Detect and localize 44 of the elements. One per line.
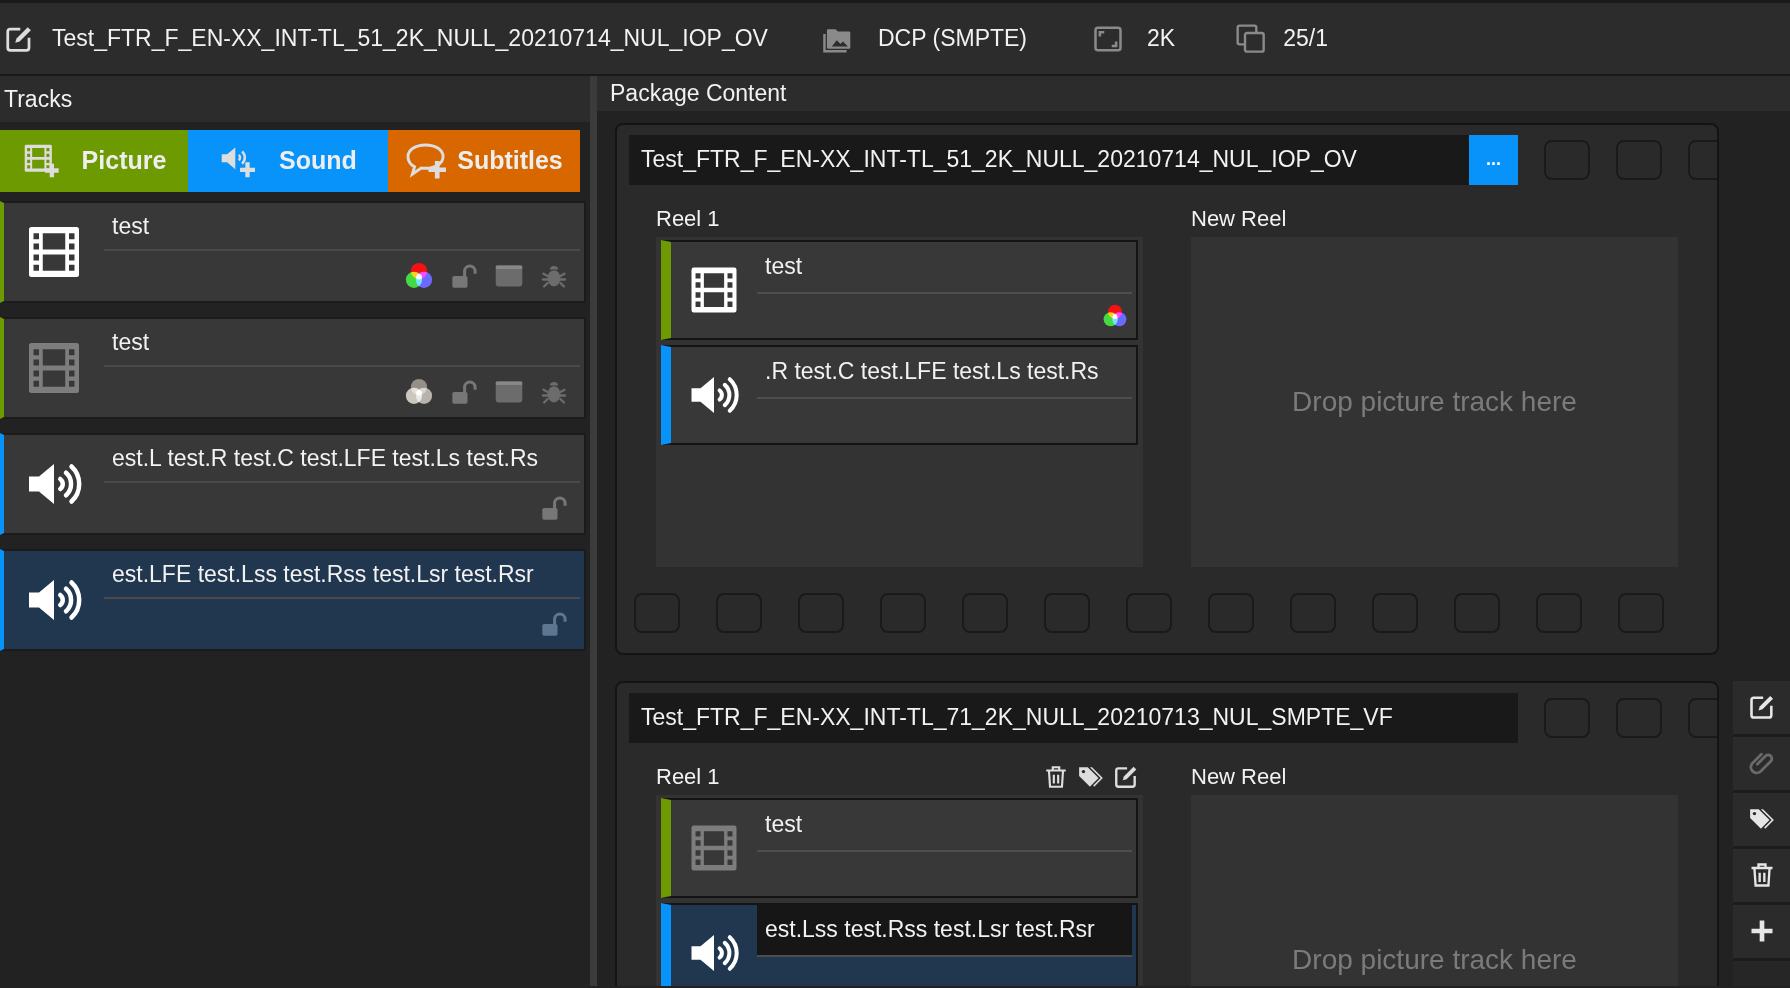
package-name: Test_FTR_F_EN-XX_INT-TL_51_2K_NULL_20210714_NUL_IOP_OV: [629, 134, 1469, 185]
reel-label: Reel 1: [656, 204, 720, 233]
track-name: test: [104, 203, 580, 251]
unlocked-icon[interactable]: [540, 610, 568, 638]
package-name: Test_FTR_F_EN-XX_INT-TL_71_2K_NULL_20210713_NUL_SMPTE_VF: [629, 692, 1518, 743]
reel-label: New Reel: [1191, 204, 1287, 233]
track-name: .R test.C test.LFE test.Ls test.Rs: [757, 346, 1132, 399]
track-item[interactable]: est.LFE test.Lss test.Rss test.Lsr test.Rsr: [0, 549, 586, 651]
color-channels-icon: [404, 377, 434, 407]
toolbar-button[interactable]: [1733, 680, 1790, 737]
toolbar-button[interactable]: [1733, 848, 1790, 905]
track-item[interactable]: test: [0, 201, 586, 303]
reel-track-item[interactable]: est.Lss test.Rss test.Lsr test.Rsr: [661, 902, 1138, 986]
track-name: test: [757, 799, 1132, 852]
track-name: est.Lss test.Rss test.Lsr test.Rsr: [757, 904, 1132, 957]
track-name: est.LFE test.Lss test.Rss test.Lsr test.Rsr: [104, 551, 580, 599]
drop-hint: Drop picture track here: [1292, 942, 1577, 977]
track-name: test: [757, 241, 1132, 294]
track-name: est.L test.R test.C test.LFE test.Ls test.Rs: [104, 435, 580, 483]
package-title: Test_FTR_F_EN-XX_INT-TL_51_2K_NULL_20210714_NUL_IOP_OV: [52, 24, 768, 54]
reel-label: Reel 1: [656, 762, 720, 791]
toolbar-button[interactable]: [1733, 904, 1790, 961]
track-name: test: [104, 319, 580, 367]
unlocked-icon[interactable]: [540, 494, 568, 522]
toolbar-button[interactable]: [1733, 792, 1790, 849]
track-item[interactable]: test: [0, 317, 586, 419]
reel-track-item[interactable]: test: [661, 797, 1138, 898]
drop-hint: Drop picture track here: [1292, 384, 1577, 419]
reel-track-item[interactable]: test: [661, 239, 1138, 340]
reel-label: New Reel: [1191, 762, 1287, 791]
color-channels-icon: [1102, 302, 1128, 329]
reel-track-item[interactable]: .R test.C test.LFE test.Ls test.Rs: [661, 344, 1138, 445]
unlocked-icon[interactable]: [450, 262, 478, 290]
edit-icon[interactable]: [1747, 693, 1776, 721]
unlocked-icon[interactable]: [450, 378, 478, 406]
panel-title: Tracks: [4, 84, 73, 114]
copy-icon: [1235, 22, 1268, 55]
resolution: 2K: [1147, 24, 1176, 54]
panel-title: Package Content: [610, 79, 787, 108]
color-channels-icon: [404, 261, 434, 291]
frame-rate: 25/1: [1283, 24, 1328, 54]
package-standard: DCP (SMPTE): [877, 24, 1028, 54]
track-item[interactable]: est.L test.R test.C test.LFE test.Ls test.Rs: [0, 433, 586, 535]
trash-icon[interactable]: [1043, 763, 1069, 790]
